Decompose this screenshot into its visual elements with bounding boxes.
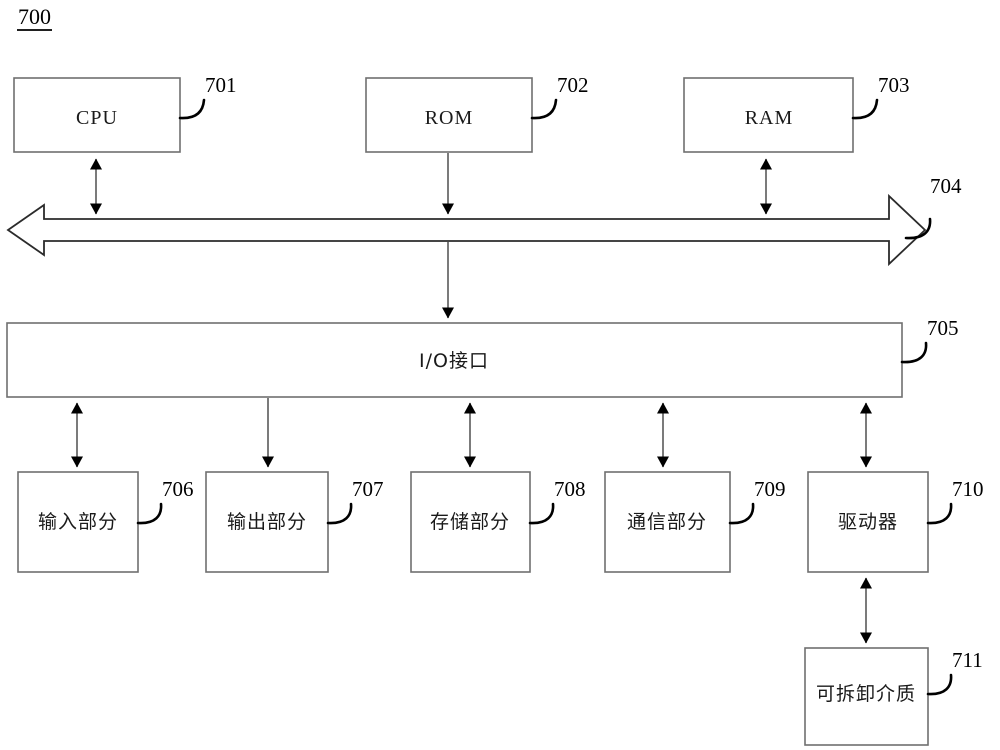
node-comm[interactable]: 通信部分: [604, 471, 731, 573]
io-interface-label: I/O接口: [419, 350, 489, 372]
rom-leader-line: [530, 98, 558, 120]
media-ref-number: 711: [952, 648, 983, 672]
ref-callout-702: 702: [530, 73, 589, 120]
removable-media-label: 可拆卸介质: [816, 683, 916, 705]
node-cpu[interactable]: CPU: [13, 77, 181, 153]
ram-ref-number: 703: [878, 73, 910, 97]
ref-callout-711: 711: [926, 648, 983, 696]
figure-number: 700: [17, 4, 52, 31]
node-output[interactable]: 输出部分: [205, 471, 329, 573]
rom-label: ROM: [425, 107, 474, 129]
storage-ref-number: 708: [554, 477, 586, 501]
ref-callout-708: 708: [528, 477, 586, 525]
io-ref-number: 705: [927, 316, 959, 340]
comm-label: 通信部分: [627, 511, 707, 533]
driver-ref-number: 710: [952, 477, 984, 501]
block-diagram: 700 CPU 701 ROM 702 RAM 703 704 I/O接口 70…: [6, 4, 984, 746]
node-storage[interactable]: 存储部分: [410, 471, 531, 573]
ref-callout-710: 710: [926, 477, 984, 525]
ram-label: RAM: [745, 107, 794, 129]
figure-number-text: 700: [18, 4, 51, 29]
output-ref-number: 707: [352, 477, 384, 501]
storage-label: 存储部分: [430, 511, 510, 533]
bus-ref-number: 704: [930, 174, 962, 198]
cpu-label: CPU: [76, 107, 118, 129]
node-removable-media[interactable]: 可拆卸介质: [804, 647, 929, 746]
io-leader-line: [900, 341, 928, 364]
storage-leader-line: [528, 502, 555, 525]
ram-leader-line: [851, 98, 879, 120]
output-leader-line: [326, 502, 353, 525]
system-bus-arrow[interactable]: [6, 193, 927, 267]
cpu-ref-number: 701: [205, 73, 237, 97]
ref-callout-703: 703: [851, 73, 910, 120]
comm-ref-number: 709: [754, 477, 786, 501]
cpu-leader-line: [178, 98, 206, 120]
ref-callout-706: 706: [136, 477, 194, 525]
driver-label: 驱动器: [838, 511, 898, 533]
node-bus[interactable]: [6, 193, 927, 267]
input-leader-line: [136, 502, 163, 525]
media-leader-line: [926, 673, 953, 696]
ref-callout-705: 705: [900, 316, 959, 364]
ref-callout-709: 709: [728, 477, 786, 525]
diagram-canvas: 700 CPU 701 ROM 702 RAM 703 704 I/O接口 70…: [0, 0, 1000, 750]
node-rom[interactable]: ROM: [365, 77, 533, 153]
ref-callout-707: 707: [326, 477, 384, 525]
ref-callout-701: 701: [178, 73, 237, 120]
node-ram[interactable]: RAM: [683, 77, 854, 153]
node-input[interactable]: 输入部分: [17, 471, 139, 573]
driver-leader-line: [926, 502, 953, 525]
node-io-interface[interactable]: I/O接口: [6, 322, 903, 398]
output-label: 输出部分: [227, 511, 307, 533]
input-ref-number: 706: [162, 477, 194, 501]
input-label: 输入部分: [38, 511, 118, 533]
node-driver[interactable]: 驱动器: [807, 471, 929, 573]
rom-ref-number: 702: [557, 73, 589, 97]
comm-leader-line: [728, 502, 755, 525]
